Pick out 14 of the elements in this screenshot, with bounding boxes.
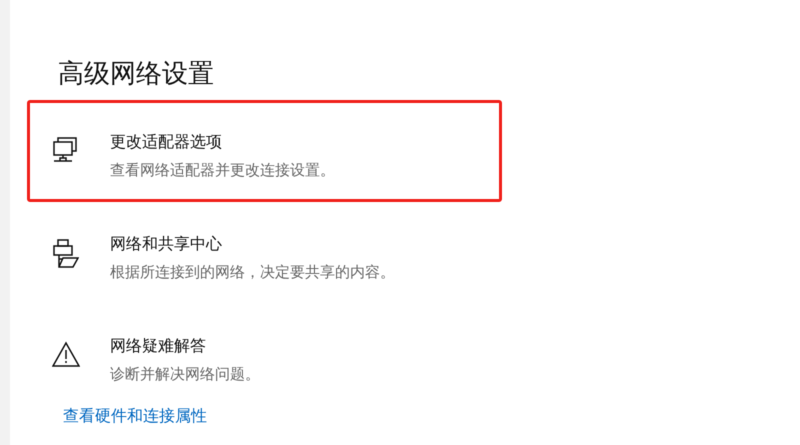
item-title: 网络和共享中心 bbox=[110, 233, 223, 255]
highlighted-setting-item[interactable]: 更改适配器选项 查看网络适配器并更改连接设置。 bbox=[27, 100, 502, 202]
setting-item[interactable]: 网络和共享中心 根据所连接到的网络，决定要共享的内容。 bbox=[27, 202, 502, 304]
setting-item[interactable]: 网络疑难解答 诊断并解决网络问题。 bbox=[27, 304, 502, 406]
hardware-properties-link[interactable]: 查看硬件和连接属性 bbox=[63, 406, 207, 426]
page-title: 高级网络设置 bbox=[58, 58, 215, 91]
item-description: 查看网络适配器并更改连接设置。 bbox=[110, 160, 335, 181]
item-description: 诊断并解决网络问题。 bbox=[110, 364, 260, 385]
item-description: 根据所连接到的网络，决定要共享的内容。 bbox=[110, 262, 395, 283]
printer-folder-icon bbox=[53, 239, 79, 269]
monitor-icon bbox=[53, 137, 79, 163]
item-title: 更改适配器选项 bbox=[110, 131, 223, 153]
warning-icon bbox=[52, 341, 80, 367]
item-title: 网络疑难解答 bbox=[110, 335, 207, 357]
